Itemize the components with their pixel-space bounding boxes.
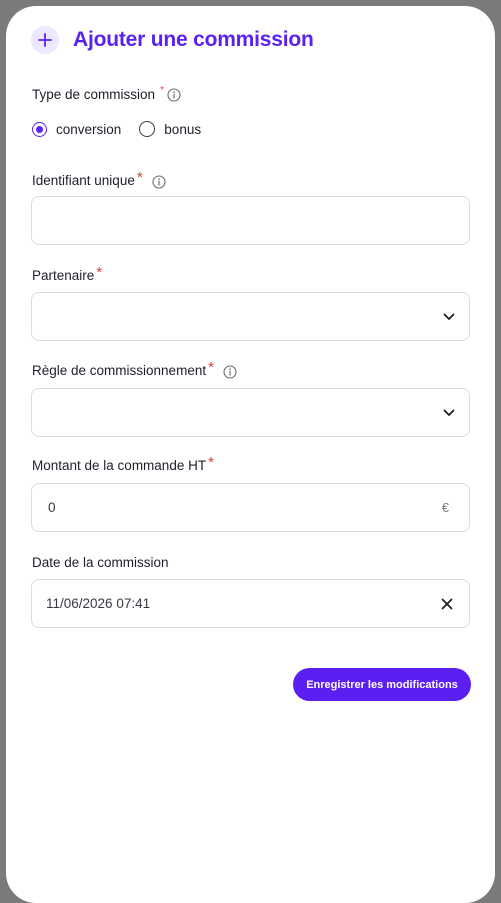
unique-id-input[interactable] (46, 212, 455, 229)
date-value[interactable]: 11/06/2026 07:41 (46, 596, 441, 611)
amount-input[interactable] (46, 499, 442, 516)
required-mark: * (208, 454, 214, 471)
unique-id-label-text: Identifiant unique (32, 173, 135, 188)
date-field[interactable]: 11/06/2026 07:41 (31, 579, 470, 628)
required-mark: * (208, 359, 214, 376)
rule-label-text: Règle de commissionnement (32, 363, 207, 378)
plus-icon (31, 26, 59, 54)
radio-bonus-label: bonus (164, 121, 202, 137)
info-icon[interactable] (223, 365, 237, 379)
save-button[interactable]: Enregistrer les modifications (293, 668, 471, 701)
date-label-text: Date de la commission (32, 555, 169, 570)
commission-type-label: Type de commission * (32, 85, 181, 102)
info-icon[interactable] (152, 175, 166, 189)
panel-header: Ajouter une commission (31, 26, 314, 54)
chevron-down-icon[interactable] (443, 409, 455, 417)
commission-type-label-text: Type de commission (32, 87, 156, 102)
amount-field[interactable]: € (31, 483, 470, 532)
commission-type-radio-group: conversion bonus (32, 121, 201, 137)
rule-label: Règle de commissionnement * (32, 359, 237, 379)
radio-unchecked-icon[interactable] (139, 121, 156, 137)
required-mark: * (136, 169, 143, 186)
radio-bonus[interactable]: bonus (139, 121, 201, 137)
radio-checked-icon[interactable] (32, 121, 47, 137)
add-commission-panel: Ajouter une commission Type de commissio… (6, 6, 495, 903)
radio-conversion-label: conversion (56, 121, 122, 137)
amount-label-text: Montant de la commande HT (32, 458, 207, 473)
date-label: Date de la commission (32, 555, 169, 570)
info-icon[interactable] (167, 88, 181, 102)
chevron-down-icon[interactable] (443, 313, 455, 321)
partner-select[interactable] (31, 292, 470, 341)
unique-id-field[interactable] (31, 196, 470, 245)
page-title: Ajouter une commission (73, 28, 314, 51)
partner-label: Partenaire * (32, 264, 103, 283)
euro-currency-suffix: € (441, 500, 449, 515)
required-mark: * (160, 85, 164, 96)
amount-label: Montant de la commande HT * (32, 454, 214, 473)
unique-id-label: Identifiant unique * (32, 169, 166, 189)
partner-label-text: Partenaire (32, 268, 95, 283)
radio-conversion[interactable]: conversion (32, 121, 122, 137)
rule-select[interactable] (31, 388, 470, 437)
close-icon[interactable] (441, 598, 453, 610)
required-mark: * (96, 264, 103, 281)
